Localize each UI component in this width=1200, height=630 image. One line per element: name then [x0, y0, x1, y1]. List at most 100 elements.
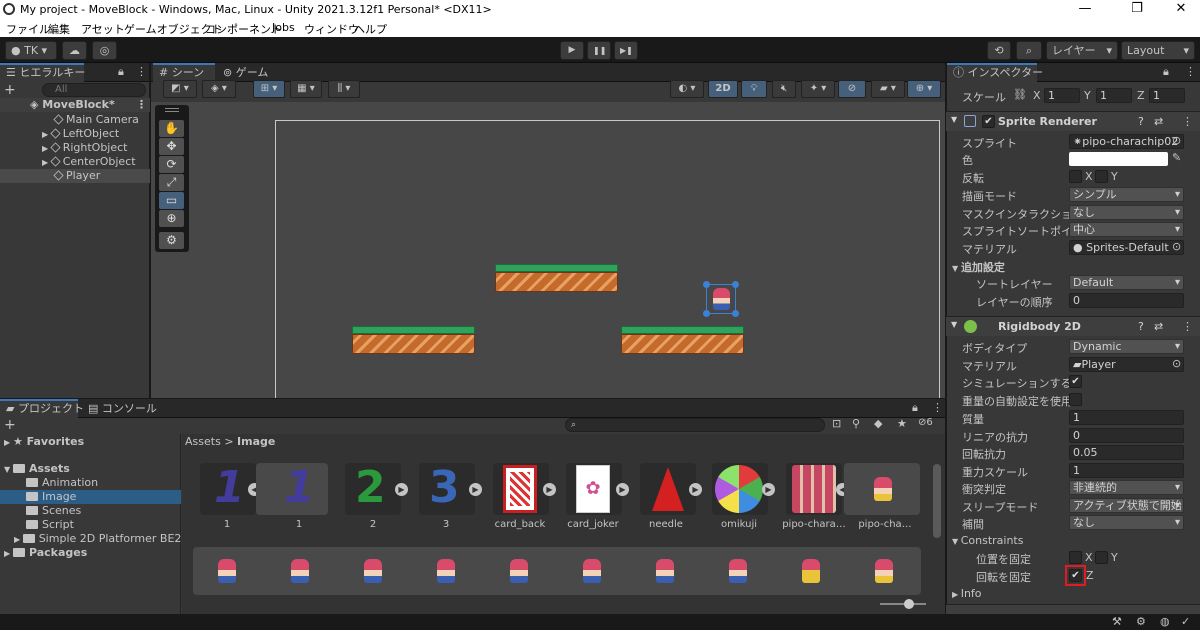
favorite-star-icon[interactable]: ★ [897, 417, 907, 430]
constraints-foldout[interactable]: ▼ Constraints [952, 534, 1023, 547]
scale-z-field[interactable]: 1 [1149, 88, 1185, 103]
scene-view[interactable] [151, 102, 945, 398]
object-picker-icon[interactable]: ⊙ [1172, 357, 1181, 370]
menu-assets[interactable]: アセット [81, 21, 125, 37]
hierarchy-item-main-camera[interactable]: Main Camera [0, 113, 150, 127]
scene-row[interactable]: ◈ MoveBlock* ⋮ [0, 98, 150, 112]
scale-y-field[interactable]: 1 [1096, 88, 1132, 103]
presets-icon[interactable]: ⇄ [1154, 115, 1163, 128]
hand-tool-icon[interactable]: ✋ [159, 120, 184, 137]
tag-icon[interactable]: ◆ [874, 417, 882, 430]
hierarchy-item-centerobject[interactable]: ▶ CenterObject [0, 155, 150, 169]
more-icon[interactable]: ⋮ [1185, 65, 1196, 78]
asset-3[interactable]: 3 [419, 463, 475, 515]
breadcrumb-image[interactable]: Image [237, 435, 275, 448]
transform-tool-icon[interactable]: ⊕ [159, 210, 184, 227]
menu-file[interactable]: ファイル [6, 21, 50, 37]
debug-icon[interactable]: ⚒ [1112, 615, 1122, 628]
rigidbody2d-header[interactable]: ▼ Rigidbody 2D ? ⇄ ⋮ [946, 316, 1200, 336]
asset-card-joker[interactable]: ✿ [566, 463, 622, 515]
body-type-dropdown[interactable]: Dynamic [1069, 339, 1184, 354]
rb-material-field[interactable]: ▰Player [1069, 357, 1184, 372]
minimize-button[interactable]: — [1062, 0, 1108, 19]
sort-point-dropdown[interactable]: 中心 [1069, 222, 1184, 237]
freeze-rotation-z-checkbox[interactable]: ✔ [1069, 569, 1082, 582]
asset-pipo-sub[interactable] [844, 463, 920, 515]
breadcrumb-assets[interactable]: Assets [185, 435, 221, 448]
object-picker-icon[interactable]: ⊙ [1172, 134, 1181, 147]
rect-tool-icon[interactable]: ▭ [159, 192, 184, 209]
collision-detection-dropdown[interactable]: 非連続的 [1069, 480, 1184, 495]
play-button[interactable]: ▶ [560, 41, 584, 60]
move-tool-icon[interactable]: ✥ [159, 138, 184, 155]
tab-hierarchy[interactable]: ☰ ヒエラルキー [0, 63, 85, 82]
orientation-button[interactable]: ◐ ▾ [670, 80, 704, 98]
hierarchy-add-button[interactable]: + [4, 82, 16, 98]
menu-jobs[interactable]: Jobs [272, 21, 295, 34]
grid-button[interactable]: ▦ ▾ [290, 80, 322, 98]
expand-arrow-icon[interactable]: ▶ [689, 483, 702, 496]
lock-icon[interactable]: 🔒︎ [912, 401, 918, 415]
expand-icon[interactable]: ▶ [42, 130, 51, 139]
asset-2[interactable]: 2 [345, 463, 401, 515]
order-in-layer-field[interactable]: 0 [1069, 293, 1184, 308]
search-by-label-icon[interactable]: ⚲ [852, 417, 860, 430]
tab-inspector[interactable]: ⓘ インスペクター [947, 63, 1043, 82]
help-icon[interactable]: ? [1138, 320, 1144, 333]
angular-drag-field[interactable]: 0.05 [1069, 445, 1184, 460]
network-icon[interactable]: ⚙ [1136, 615, 1146, 628]
close-button[interactable]: ✕ [1158, 0, 1200, 19]
sprite-renderer-enabled-checkbox[interactable]: ✔ [982, 115, 995, 128]
presets-icon[interactable]: ⇄ [1154, 320, 1163, 333]
eyedropper-icon[interactable]: ✎ [1172, 151, 1181, 164]
maximize-button[interactable]: ❐ [1114, 0, 1160, 19]
progress-icon[interactable]: ◍ [1160, 615, 1170, 628]
expand-arrow-icon[interactable]: ▶ [762, 483, 775, 496]
increment-snap-button[interactable]: ⫼ ▾ [328, 80, 360, 98]
audio-icon[interactable]: 🔇︎ [772, 80, 796, 98]
hierarchy-search-input[interactable]: All [42, 83, 146, 97]
tab-console[interactable]: ▤ コンソール [82, 399, 163, 418]
color-field[interactable] [1069, 152, 1168, 166]
shading-mode-button[interactable]: ◩ ▾ [163, 80, 197, 98]
custom-tool-icon[interactable]: ⚙ [159, 232, 184, 249]
hidden-packages-icon[interactable]: ⊘6 [918, 417, 933, 428]
history-icon[interactable]: ⟲ [987, 41, 1011, 60]
interpolate-dropdown[interactable]: なし [1069, 515, 1184, 530]
expand-icon[interactable]: ▶ [42, 158, 51, 167]
draw-mode-dropdown[interactable]: シンプル [1069, 187, 1184, 202]
effects-icon[interactable]: ✦ ▾ [801, 80, 835, 98]
hierarchy-item-player[interactable]: Player [0, 169, 150, 183]
project-search-input[interactable]: ⌕ [565, 418, 825, 432]
hierarchy-item-leftobject[interactable]: ▶ LeftObject [0, 127, 150, 141]
expand-arrow-icon[interactable]: ▶ [543, 483, 556, 496]
link-icon[interactable]: ⛓ [1013, 88, 1027, 101]
sprite-slices-strip[interactable] [193, 547, 921, 595]
sorting-layer-dropdown[interactable]: Default [1069, 275, 1184, 290]
collab-icon[interactable]: ◎ [92, 41, 117, 60]
menu-help[interactable]: ヘルプ [354, 21, 387, 37]
layers-dropdown[interactable]: レイヤー ▾ [1046, 41, 1118, 60]
cloud-icon[interactable]: ☁ [62, 41, 87, 60]
project-add-button[interactable]: + [4, 417, 16, 433]
asset-1-sub[interactable]: 1 [256, 463, 328, 515]
lock-icon[interactable]: 🔒︎ [118, 65, 124, 79]
account-button[interactable]: ● TK ▾ [5, 41, 57, 60]
asset-omikuji[interactable] [712, 463, 768, 515]
sprite-renderer-header[interactable]: ▼ ✔ Sprite Renderer ? ⇄ ⋮ [946, 111, 1200, 131]
zoom-slider[interactable] [880, 599, 926, 609]
gravity-scale-field[interactable]: 1 [1069, 463, 1184, 478]
search-icon[interactable]: ⌕ [1016, 41, 1042, 60]
mass-field[interactable]: 1 [1069, 410, 1184, 425]
flip-x-checkbox[interactable] [1069, 170, 1082, 183]
additional-settings-foldout[interactable]: ▼ 追加設定 [952, 259, 1005, 275]
asset-card-back[interactable] [493, 463, 549, 515]
player-sprite[interactable] [703, 281, 739, 317]
object-picker-icon[interactable]: ⊙ [1172, 240, 1181, 253]
scale-tool-icon[interactable]: ⤢ [159, 174, 184, 191]
more-icon[interactable]: ⋮ [136, 65, 147, 78]
pause-button[interactable]: ❚❚ [587, 41, 611, 60]
expand-arrow-icon[interactable]: ▶ [469, 483, 482, 496]
grid-snap-button[interactable]: ⊞ ▾ [253, 80, 285, 98]
rotate-tool-icon[interactable]: ⟳ [159, 156, 184, 173]
